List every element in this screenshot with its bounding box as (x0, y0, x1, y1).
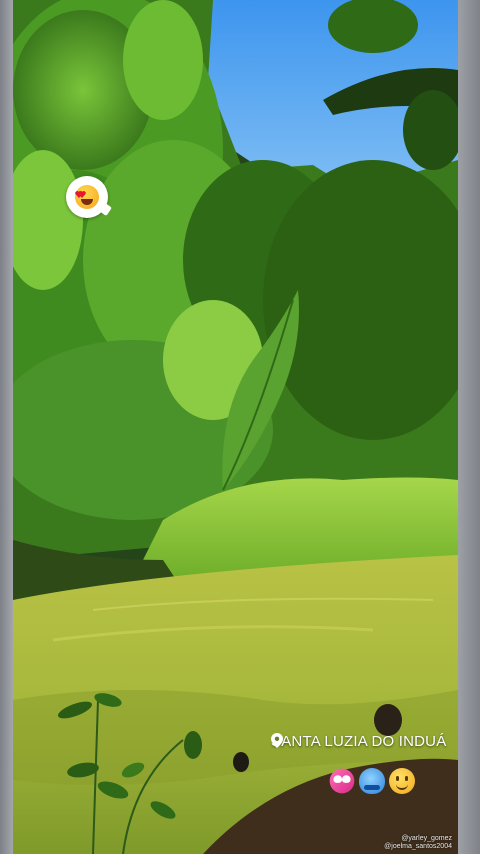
story-photo[interactable]: SANTA LUZIA DO INDUÁ @yarley_gomez @joel… (13, 0, 458, 854)
right-frame-bar (458, 0, 480, 854)
location-label: SANTA LUZIA DO INDUÁ (271, 733, 447, 750)
left-frame-bar (0, 0, 13, 854)
photo-credits: @yarley_gomez @joelma_santos2004 (384, 835, 452, 851)
credit-1: @yarley_gomez (401, 835, 452, 842)
credit-2: @joelma_santos2004 (384, 843, 452, 850)
emoji-sticker-row[interactable] (329, 768, 415, 794)
blue-face-icon (359, 768, 385, 794)
pin-icon (271, 733, 283, 748)
smiling-face-with-hearts-icon (329, 768, 355, 794)
heart-eyes-icon (75, 185, 99, 209)
smiling-face-icon (389, 768, 415, 794)
location-sticker[interactable]: SANTA LUZIA DO INDUÁ (271, 733, 446, 750)
forest-river-scene (13, 0, 458, 854)
reaction-emoji-bubble[interactable] (66, 176, 108, 218)
